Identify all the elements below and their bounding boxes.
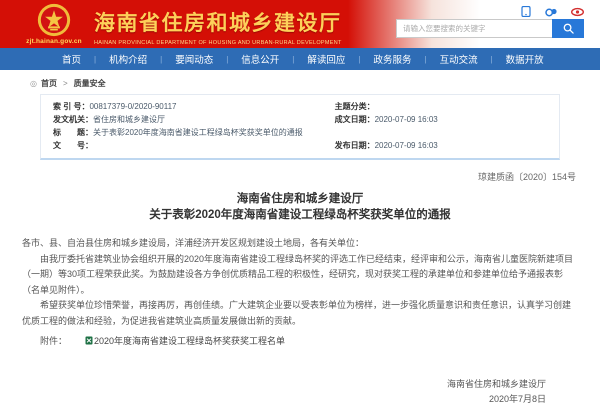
nav-separator: | [292,55,294,64]
salutation-paragraph: 各市、县、自治县住房和城乡建设局，洋浦经济开发区规划建设土地局，各有关单位： [22,236,578,252]
official-doc-number: 琼建质函〔2020〕154号 [22,170,576,183]
quick-icons [396,4,584,17]
site-url: zjt.hainan.gov.cn [24,38,84,45]
body-paragraph: 希望获奖单位珍惜荣誉，再接再厉，再创佳绩。广大建筑企业要以受表彰单位为榜样，进一… [22,298,578,329]
search-icon [563,23,574,34]
document-title-line2: 关于表彰2020年度海南省建设工程绿岛杯奖获奖单位的通报 [22,207,578,223]
nav-separator: | [160,55,162,64]
national-emblem-icon [37,3,71,37]
site-logo[interactable]: zjt.hainan.gov.cn [24,3,84,45]
meta-value: 00817379-0/2020-90117 [89,100,176,113]
site-header: zjt.hainan.gov.cn 海南省住房和城乡建设厅 HAINAN PRO… [0,0,600,48]
site-title-english: HAINAN PROVINCIAL DEPARTMENT OF HOUSING … [94,40,342,46]
nav-separator: | [358,55,360,64]
excel-file-icon [67,335,93,351]
site-title: 海南省住房和城乡建设厅 [94,7,342,37]
signature-date: 2020年7月8日 [22,392,546,407]
meta-label: 发文机关： [53,113,93,126]
meta-value: 关于表彰2020年度海南省建设工程绿岛杯奖获奖单位的通报 [93,126,303,139]
breadcrumb-marker-icon: ◎ [30,79,37,88]
nav-separator: | [491,55,493,64]
signature-org: 海南省住房和城乡建设厅 [22,377,546,392]
search-button[interactable] [552,19,584,38]
meta-label: 文 号： [53,139,93,152]
meta-label: 主题分类： [335,100,375,113]
breadcrumb-home[interactable]: 首页 [41,78,57,89]
meta-row-topic-category: 主题分类： [335,100,547,113]
meta-column-right: 主题分类： 成文日期： 2020-07-09 16:03 发布日期： 2020-… [335,100,547,152]
nav-item-about[interactable]: 机构介绍 [109,52,147,66]
meta-row-written-date: 成文日期： 2020-07-09 16:03 [335,113,547,126]
meta-value: 省住房和城乡建设厅 [93,113,165,126]
header-tools [396,4,584,38]
meta-label: 标 题： [53,126,93,139]
document-meta-table: 索 引 号： 00817379-0/2020-90117 发文机关： 省住房和城… [40,94,560,160]
nav-separator: | [94,55,96,64]
search-bar [396,19,584,38]
meta-label: 成文日期： [335,113,375,126]
nav-item-interaction[interactable]: 互动交流 [440,52,478,66]
nav-item-info-disclosure[interactable]: 信息公开 [241,52,279,66]
meta-row-doc-number: 文 号： [53,139,335,152]
document-title-line1: 海南省住房和城乡建设厅 [22,191,578,207]
body-paragraph: 由我厅委托省建筑业协会组织开展的2020年度海南省建设工程绿岛杯奖的评选工作已经… [22,252,578,299]
meta-row-issuing-agency: 发文机关： 省住房和城乡建设厅 [53,113,335,126]
meta-row-title: 标 题： 关于表彰2020年度海南省建设工程绿岛杯奖获奖单位的通报 [53,126,335,139]
meta-value: 2020-07-09 16:03 [375,139,438,152]
nav-item-open-data[interactable]: 数据开放 [506,52,544,66]
nav-item-home[interactable]: 首页 [62,52,81,66]
meta-column-left: 索 引 号： 00817379-0/2020-90117 发文机关： 省住房和城… [53,100,335,152]
breadcrumb: ◎ 首页 > 质量安全 [30,78,600,89]
attachment-line: 附件： 2020年度海南省建设工程绿岛杯奖获奖工程名单 [22,334,578,351]
nav-item-gov-services[interactable]: 政务服务 [373,52,411,66]
document-title: 海南省住房和城乡建设厅 关于表彰2020年度海南省建设工程绿岛杯奖获奖单位的通报 [22,191,578,223]
document-body: 各市、县、自治县住房和城乡建设局，洋浦经济开发区规划建设土地局，各有关单位： 由… [22,236,578,351]
breadcrumb-separator: > [63,79,68,88]
attachment-link[interactable]: 2020年度海南省建设工程绿岛杯奖获奖工程名单 [94,336,285,346]
site-title-block: 海南省住房和城乡建设厅 HAINAN PROVINCIAL DEPARTMENT… [94,7,342,46]
nav-separator: | [424,55,426,64]
meta-row-publish-date: 发布日期： 2020-07-09 16:03 [335,139,547,152]
nav-separator: | [226,55,228,64]
search-input[interactable] [396,19,552,38]
main-nav: 首页 | 机构介绍 | 要闻动态 | 信息公开 | 解读回应 | 政务服务 | … [0,48,600,70]
meta-label: 发布日期： [335,139,375,152]
document-content: 琼建质函〔2020〕154号 海南省住房和城乡建设厅 关于表彰2020年度海南省… [0,170,600,407]
attachment-label: 附件： [40,336,67,346]
nav-item-news[interactable]: 要闻动态 [175,52,213,66]
signature-block: 海南省住房和城乡建设厅 2020年7月8日 [22,377,578,407]
meta-row-index-number: 索 引 号： 00817379-0/2020-90117 [53,100,335,113]
nav-item-interpretation[interactable]: 解读回应 [307,52,345,66]
breadcrumb-current: 质量安全 [74,78,106,89]
meta-label: 索 引 号： [53,100,89,113]
meta-value: 2020-07-09 16:03 [375,113,438,126]
